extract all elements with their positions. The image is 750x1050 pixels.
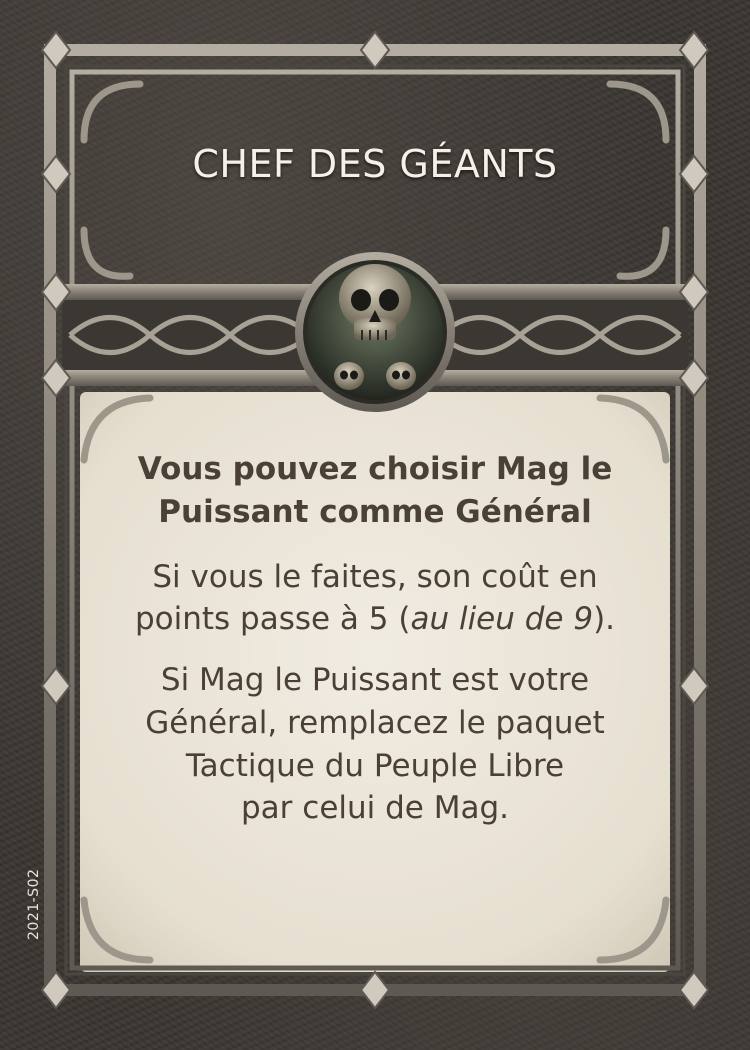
rule-primary: Vous pouvez choisir Mag le Puissant comm… — [92, 448, 658, 534]
card-title: CHEF DES GÉANTS — [192, 142, 558, 186]
rule-primary-line2: Puissant comme Général — [158, 493, 592, 530]
rule-primary-line1: Vous pouvez choisir Mag le — [137, 451, 613, 487]
rule-cost-line1: Si vous le faites, son coût en — [152, 558, 598, 595]
rule-cost-line2-pre: points passe à 5 ( — [134, 601, 411, 638]
rule-deck-line4: par celui de Mag. — [241, 790, 509, 827]
rule-deck: Si Mag le Puissant est votre Général, re… — [92, 659, 658, 830]
rule-deck-line1: Si Mag le Puissant est votre — [160, 662, 590, 699]
rule-deck-line3: Tactique du Peuple Libre — [185, 747, 565, 784]
skull-emblem-icon — [295, 252, 455, 412]
card: CHEF DES GÉANTS Vous pouvez choisir Mag … — [0, 0, 750, 1050]
rule-deck-line2: Général, remplacez le paquet — [145, 704, 605, 741]
rules-text: Vous pouvez choisir Mag le Puissant comm… — [92, 448, 658, 848]
card-code: 2021-S02 — [26, 868, 42, 940]
rule-cost: Si vous le faites, son coût en points pa… — [92, 556, 658, 642]
rule-cost-line2-italic: au lieu de 9 — [410, 601, 594, 638]
rule-cost-line2-post: ). — [593, 601, 616, 638]
